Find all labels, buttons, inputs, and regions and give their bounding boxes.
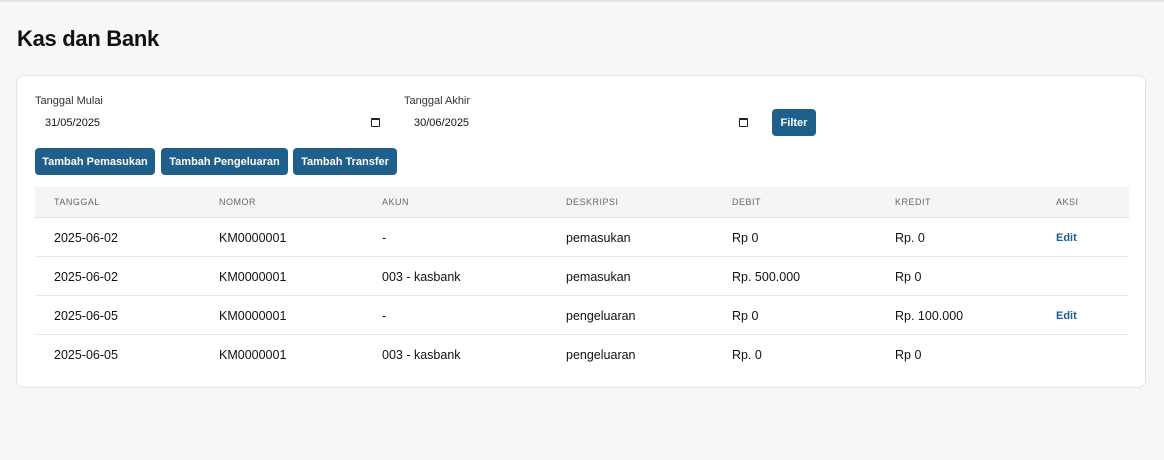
cell-akun: - bbox=[382, 309, 387, 323]
end-date-input[interactable]: 30/06/2025 bbox=[404, 112, 754, 134]
cell-deskripsi: pengeluaran bbox=[566, 309, 636, 323]
table-row: 2025-06-02 KM0000001 - pemasukan Rp 0 Rp… bbox=[35, 218, 1129, 257]
edit-link[interactable]: Edit bbox=[1056, 232, 1077, 244]
add-expense-button[interactable]: Tambah Pengeluaran bbox=[161, 148, 288, 175]
cell-tanggal: 2025-06-05 bbox=[54, 309, 118, 323]
cell-kredit: Rp 0 bbox=[895, 270, 922, 284]
cell-nomor: KM0000001 bbox=[219, 270, 287, 284]
cell-deskripsi: pengeluaran bbox=[566, 348, 636, 362]
add-transfer-button[interactable]: Tambah Transfer bbox=[293, 148, 397, 175]
calendar-icon[interactable] bbox=[371, 118, 380, 127]
end-date-label: Tanggal Akhir bbox=[404, 95, 471, 107]
page-title: Kas dan Bank bbox=[17, 26, 159, 51]
cell-deskripsi: pemasukan bbox=[566, 231, 631, 245]
table-header: TANGGAL NOMOR AKUN DESKRIPSI DEBIT KREDI… bbox=[35, 187, 1129, 218]
cell-deskripsi: pemasukan bbox=[566, 270, 631, 284]
cell-debit: Rp 0 bbox=[732, 309, 759, 323]
cell-nomor: KM0000001 bbox=[219, 348, 287, 362]
add-income-button[interactable]: Tambah Pemasukan bbox=[35, 148, 155, 175]
table-row: 2025-06-05 KM0000001 003 - kasbank penge… bbox=[35, 335, 1129, 374]
cell-kredit: Rp. 0 bbox=[895, 231, 925, 245]
header-nomor: NOMOR bbox=[219, 197, 256, 207]
header-deskripsi: DESKRIPSI bbox=[566, 197, 619, 207]
table-row: 2025-06-05 KM0000001 - pengeluaran Rp 0 … bbox=[35, 296, 1129, 335]
cell-tanggal: 2025-06-02 bbox=[54, 231, 118, 245]
cell-debit: Rp. 0 bbox=[732, 348, 762, 362]
start-date-input[interactable]: 31/05/2025 bbox=[35, 112, 385, 134]
header-debit: DEBIT bbox=[732, 197, 762, 207]
start-date-value: 31/05/2025 bbox=[45, 117, 101, 129]
calendar-icon[interactable] bbox=[739, 118, 748, 127]
cell-nomor: KM0000001 bbox=[219, 309, 287, 323]
edit-link[interactable]: Edit bbox=[1056, 310, 1077, 322]
filter-button[interactable]: Filter bbox=[772, 109, 816, 136]
top-divider bbox=[0, 0, 1164, 2]
end-date-value: 30/06/2025 bbox=[414, 117, 470, 129]
cell-tanggal: 2025-06-05 bbox=[54, 348, 118, 362]
table-row: 2025-06-02 KM0000001 003 - kasbank pemas… bbox=[35, 257, 1129, 296]
cell-debit: Rp 0 bbox=[732, 231, 759, 245]
start-date-label: Tanggal Mulai bbox=[35, 95, 103, 107]
cell-kredit: Rp 0 bbox=[895, 348, 922, 362]
header-kredit: KREDIT bbox=[895, 197, 932, 207]
cell-tanggal: 2025-06-02 bbox=[54, 270, 118, 284]
cell-akun: - bbox=[382, 231, 387, 245]
cell-debit: Rp. 500.000 bbox=[732, 270, 801, 284]
header-akun: AKUN bbox=[382, 197, 410, 207]
cell-nomor: KM0000001 bbox=[219, 231, 287, 245]
header-tanggal: TANGGAL bbox=[54, 197, 100, 207]
cell-akun: 003 - kasbank bbox=[382, 270, 461, 284]
cell-akun: 003 - kasbank bbox=[382, 348, 461, 362]
header-aksi: AKSI bbox=[1056, 197, 1079, 207]
cell-kredit: Rp. 100.000 bbox=[895, 309, 964, 323]
content-card: Tanggal Mulai 31/05/2025 Tanggal Akhir 3… bbox=[16, 75, 1146, 388]
